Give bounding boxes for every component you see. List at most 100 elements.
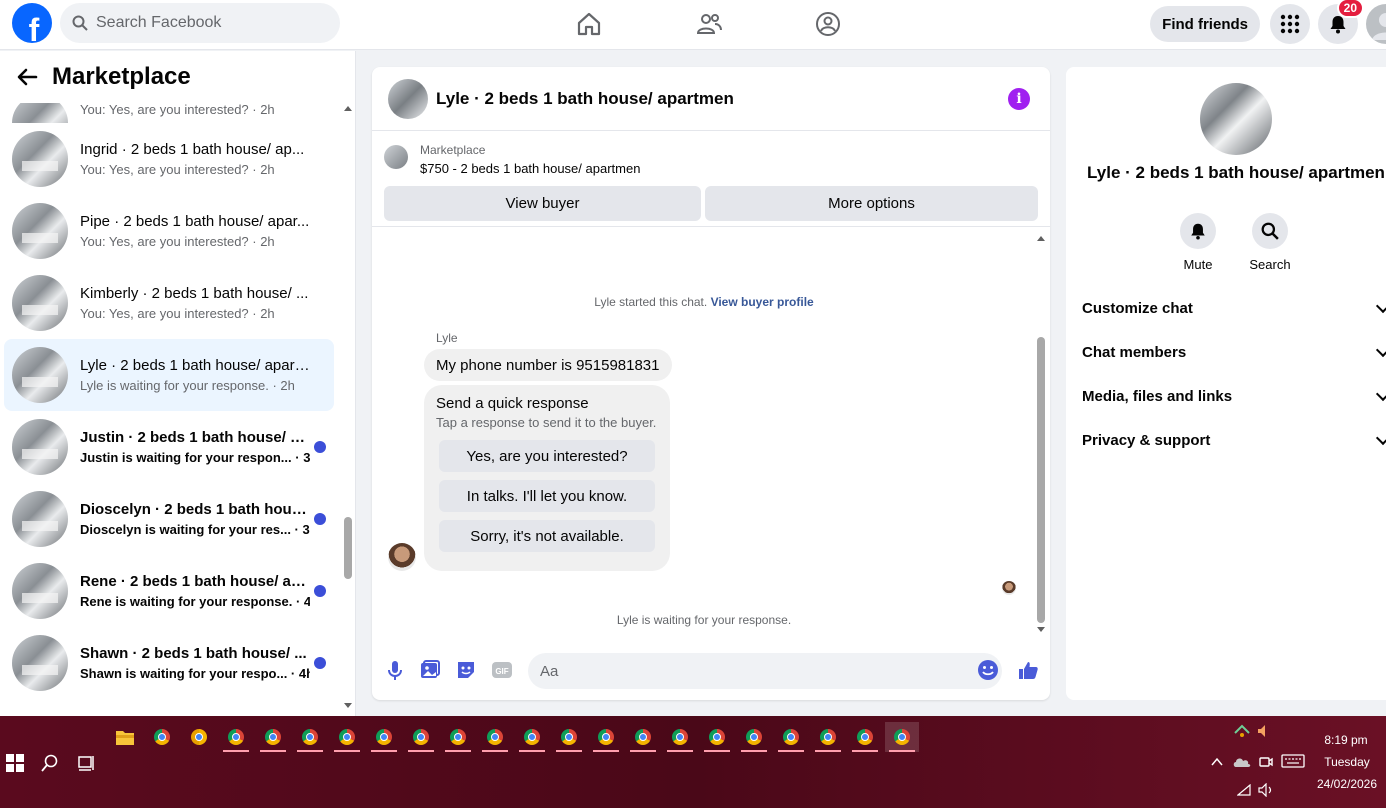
camera-icon[interactable] — [1259, 755, 1273, 769]
emoji-icon[interactable] — [977, 659, 999, 681]
details-section[interactable]: Media, files and links — [1082, 380, 1386, 412]
sidebar-scrollbar[interactable] — [342, 99, 354, 716]
conversation-name: Rene · 2 beds 1 bath house/ ap... — [80, 573, 310, 590]
groups-icon[interactable] — [814, 10, 842, 38]
chrome-window-icon[interactable] — [848, 722, 882, 752]
speaker-icon[interactable] — [1258, 783, 1274, 797]
search-icon — [72, 15, 88, 31]
chrome-window-icon[interactable] — [885, 722, 919, 752]
clock-time[interactable]: 8:19 pm — [1320, 733, 1372, 747]
keyboard-icon[interactable] — [1281, 754, 1305, 768]
conversation-item[interactable]: Rene · 2 beds 1 bath house/ ap... Rene is… — [4, 555, 334, 627]
view-buyer-profile-link[interactable]: View buyer profile — [711, 295, 814, 309]
mute-button[interactable]: Mute — [1168, 213, 1228, 272]
facebook-logo[interactable]: f — [12, 3, 52, 43]
chrome-window-icon[interactable] — [404, 722, 438, 752]
volume-warning-icon[interactable] — [1257, 724, 1271, 738]
show-hidden-icons-icon[interactable] — [1211, 757, 1223, 767]
network-status-icon[interactable] — [1234, 724, 1250, 738]
scroll-down-icon[interactable] — [1035, 625, 1047, 635]
chrome-window-icon[interactable] — [478, 722, 512, 752]
scroll-up-icon[interactable] — [1035, 233, 1047, 243]
clock-day[interactable]: Tuesday — [1318, 755, 1376, 769]
conversation-item[interactable]: Pipe · 2 beds 1 bath house/ apar... You: … — [4, 195, 334, 267]
view-buyer-button[interactable]: View buyer — [384, 186, 701, 221]
sidebar-scroll-thumb[interactable] — [344, 517, 352, 579]
task-view-icon[interactable] — [77, 754, 95, 772]
listing-thumbnail — [12, 347, 68, 403]
details-section-label: Chat members — [1082, 343, 1187, 361]
details-avatar[interactable] — [1200, 83, 1272, 155]
friends-icon[interactable] — [695, 10, 723, 38]
chrome-window-icon[interactable] — [737, 722, 771, 752]
gif-icon[interactable]: GIF — [491, 659, 513, 681]
chrome-window-icon[interactable] — [552, 722, 586, 752]
menu-button[interactable] — [1270, 4, 1310, 44]
conversation-item[interactable]: Justin · 2 beds 1 bath house/ a... Justin… — [4, 411, 334, 483]
sender-avatar[interactable] — [388, 543, 416, 571]
chrome-window-icon[interactable] — [589, 722, 623, 752]
conversation-item[interactable]: Shawn · 2 beds 1 bath house/ ... Shawn is… — [4, 627, 334, 699]
details-section[interactable]: Customize chat — [1082, 292, 1386, 324]
search-box[interactable] — [60, 3, 340, 43]
notifications-button[interactable]: 20 — [1318, 0, 1364, 44]
microphone-icon[interactable] — [384, 659, 406, 681]
chrome-window-icon[interactable] — [515, 722, 549, 752]
quick-response-title: Send a quick response — [436, 395, 589, 412]
message-bubble[interactable]: My phone number is 9515981831 — [424, 349, 672, 381]
chrome-window-icon[interactable] — [330, 722, 364, 752]
listing-thumbnail[interactable] — [384, 145, 408, 169]
profile-avatar[interactable] — [1366, 4, 1386, 44]
thumbs-up-icon[interactable] — [1017, 659, 1039, 681]
info-icon[interactable]: i — [1008, 88, 1030, 110]
chrome-window-icon[interactable] — [811, 722, 845, 752]
chrome-window-icon[interactable] — [293, 722, 327, 752]
onedrive-icon[interactable] — [1233, 756, 1251, 768]
listing-price[interactable]: $750 - 2 beds 1 bath house/ apartmen — [420, 161, 640, 176]
chrome-window-icon[interactable] — [774, 722, 808, 752]
taskbar-search-icon[interactable] — [41, 754, 59, 772]
quick-response-card: Send a quick response Tap a response to … — [424, 385, 670, 571]
conversation-preview: Justin is waiting for your respon... · 3… — [80, 450, 310, 465]
message-input[interactable] — [528, 653, 1002, 689]
chrome-window-icon[interactable] — [256, 722, 290, 752]
svg-text:GIF: GIF — [495, 667, 508, 676]
file-explorer-icon[interactable] — [108, 722, 142, 752]
chrome-window-icon[interactable] — [663, 722, 697, 752]
back-arrow-icon[interactable] — [16, 66, 38, 88]
chrome-window-icon[interactable] — [626, 722, 660, 752]
chat-scrollbar[interactable] — [1035, 233, 1047, 635]
wifi-icon[interactable] — [1237, 784, 1251, 796]
conversation-name: Justin · 2 beds 1 bath house/ a... — [80, 429, 310, 446]
details-section[interactable]: Chat members — [1082, 336, 1386, 368]
search-button[interactable]: Search — [1240, 213, 1300, 272]
scroll-down-icon[interactable] — [342, 701, 354, 711]
details-section[interactable]: Privacy & support — [1082, 424, 1386, 456]
chat-scroll-thumb[interactable] — [1037, 337, 1045, 623]
chat-title[interactable]: Lyle · 2 beds 1 bath house/ apartmen — [436, 89, 734, 109]
home-icon[interactable] — [575, 10, 603, 38]
conversation-item[interactable]: Ingrid · 2 beds 1 bath house/ ap... You: … — [4, 123, 334, 195]
conversation-list: You: Yes, are you interested? · 2h Ingrid… — [4, 93, 334, 699]
conversation-item[interactable]: Kimberly · 2 beds 1 bath house/ ... You: … — [4, 267, 334, 339]
photo-icon[interactable] — [419, 659, 441, 681]
chrome-canary-icon[interactable] — [182, 722, 216, 752]
search-input[interactable] — [96, 14, 316, 32]
scroll-up-icon[interactable] — [342, 103, 354, 113]
quick-response-button[interactable]: Sorry, it's not available. — [439, 520, 655, 552]
chrome-window-icon[interactable] — [219, 722, 253, 752]
chrome-window-icon[interactable] — [441, 722, 475, 752]
chrome-icon[interactable] — [145, 722, 179, 752]
chrome-window-icon[interactable] — [367, 722, 401, 752]
more-options-button[interactable]: More options — [705, 186, 1038, 221]
windows-start-icon[interactable] — [6, 754, 24, 772]
clock-date[interactable]: 24/02/2026 — [1312, 777, 1382, 791]
quick-response-button[interactable]: In talks. I'll let you know. — [439, 480, 655, 512]
chrome-window-icon[interactable] — [700, 722, 734, 752]
quick-response-button[interactable]: Yes, are you interested? — [439, 440, 655, 472]
chat-avatar[interactable] — [388, 78, 428, 119]
find-friends-button[interactable]: Find friends — [1150, 6, 1260, 42]
conversation-item[interactable]: Lyle · 2 beds 1 bath house/ apart... Lyle… — [4, 339, 334, 411]
sticker-icon[interactable] — [455, 659, 477, 681]
conversation-item[interactable]: Dioscelyn · 2 beds 1 bath hous... Dioscel… — [4, 483, 334, 555]
